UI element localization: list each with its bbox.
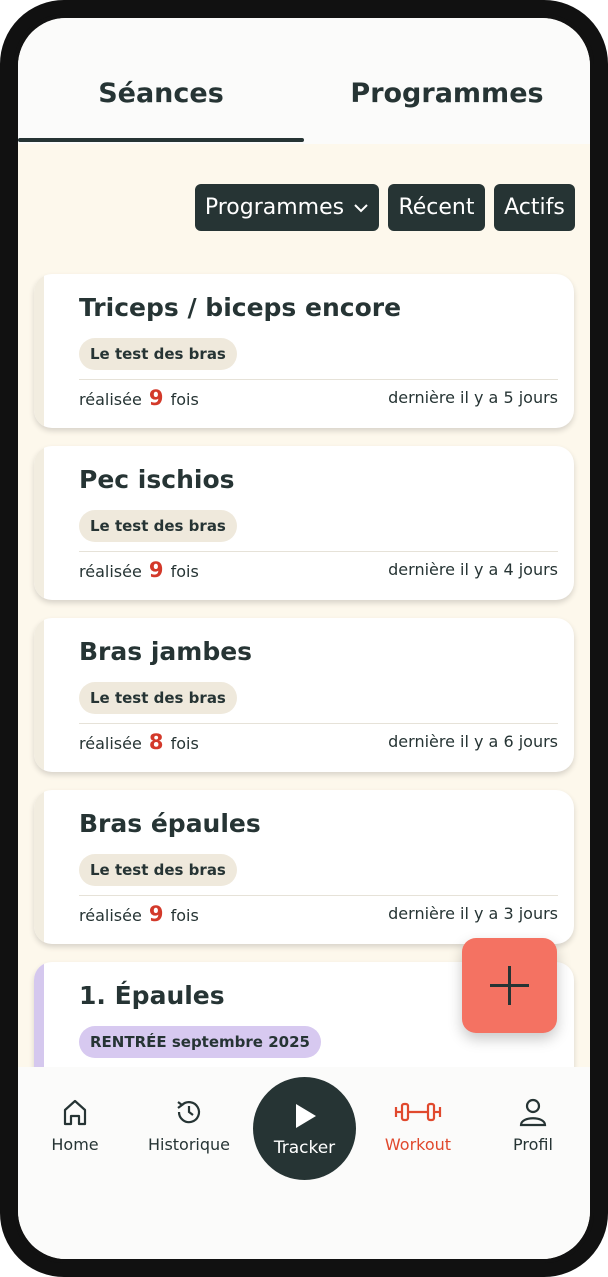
nav-home-label: Home: [51, 1135, 99, 1154]
home-icon: [63, 1099, 87, 1126]
session-title: 1. Épaules: [79, 981, 225, 1010]
history-icon: [177, 1101, 201, 1124]
completion-number: 9: [148, 386, 164, 410]
bottom-nav: Home Historique Tracker Workout Profil: [18, 1067, 590, 1259]
app-screen: Séances Programmes Programmes Récent Act…: [18, 18, 590, 1259]
card-divider: [79, 895, 558, 896]
add-session-button[interactable]: [462, 938, 557, 1033]
card-accent-bar: [34, 618, 44, 772]
phone-frame: Séances Programmes Programmes Récent Act…: [0, 0, 608, 1277]
program-tag: Le test des bras: [79, 682, 237, 714]
done-prefix: réalisée: [79, 906, 142, 925]
done-suffix: fois: [170, 734, 199, 753]
program-tag: Le test des bras: [79, 338, 237, 370]
active-tab-indicator: [18, 138, 304, 142]
program-tag: Le test des bras: [79, 510, 237, 542]
programmes-filter-label: Programmes: [204, 195, 345, 220]
last-session-time: dernière il y a 6 jours: [388, 732, 558, 751]
user-icon: [519, 1098, 547, 1127]
last-session-time: dernière il y a 3 jours: [388, 904, 558, 923]
done-suffix: fois: [170, 562, 199, 581]
session-title: Bras épaules: [79, 809, 261, 838]
session-title: Bras jambes: [79, 637, 253, 666]
nav-tracker[interactable]: Tracker: [253, 1077, 356, 1180]
session-title: Pec ischios: [79, 465, 235, 494]
completion-number: 8: [148, 730, 164, 754]
program-tag: Le test des bras: [79, 854, 237, 886]
nav-profil-label: Profil: [513, 1135, 553, 1154]
session-title: Triceps / biceps encore: [79, 293, 402, 322]
session-card[interactable]: Triceps / biceps encore Le test des bras…: [34, 274, 574, 428]
card-divider: [79, 723, 558, 724]
done-prefix: réalisée: [79, 734, 142, 753]
done-prefix: réalisée: [79, 390, 142, 409]
completion-number: 9: [148, 902, 164, 926]
card-divider: [79, 379, 558, 380]
nav-historique-label: Historique: [147, 1135, 231, 1154]
play-icon: [296, 1104, 316, 1128]
done-suffix: fois: [170, 390, 199, 409]
completion-number: 9: [148, 558, 164, 582]
card-accent-bar: [34, 790, 44, 944]
programmes-filter-dropdown[interactable]: Programmes: [195, 184, 379, 231]
completion-count: réalisée 9 fois: [79, 902, 199, 926]
actifs-filter-button[interactable]: Actifs: [494, 184, 575, 231]
tab-programmes[interactable]: Programmes: [304, 78, 590, 109]
nav-historique[interactable]: Historique: [139, 1097, 239, 1154]
done-prefix: réalisée: [79, 562, 142, 581]
nav-workout[interactable]: Workout: [368, 1097, 468, 1154]
completion-count: réalisée 9 fois: [79, 386, 199, 410]
chevron-down-icon: [354, 204, 368, 213]
card-accent-bar: [34, 274, 44, 428]
nav-workout-label: Workout: [384, 1135, 452, 1154]
session-card[interactable]: Pec ischios Le test des bras réalisée 9 …: [34, 446, 574, 600]
nav-tracker-label: Tracker: [273, 1138, 336, 1158]
nav-profil[interactable]: Profil: [483, 1097, 583, 1154]
program-tag: RENTRÉE septembre 2025: [79, 1026, 321, 1058]
completion-count: réalisée 8 fois: [79, 730, 199, 754]
recent-filter-button[interactable]: Récent: [388, 184, 485, 231]
session-card[interactable]: Bras épaules Le test des bras réalisée 9…: [34, 790, 574, 944]
last-session-time: dernière il y a 5 jours: [388, 388, 558, 407]
nav-home[interactable]: Home: [25, 1097, 125, 1154]
card-divider: [79, 551, 558, 552]
dumbbell-icon: [394, 1102, 442, 1122]
done-suffix: fois: [170, 906, 199, 925]
session-card[interactable]: Bras jambes Le test des bras réalisée 8 …: [34, 618, 574, 772]
card-accent-bar: [34, 446, 44, 600]
last-session-time: dernière il y a 4 jours: [388, 560, 558, 579]
top-tabs: Séances Programmes: [18, 18, 590, 144]
tab-seances[interactable]: Séances: [18, 78, 304, 109]
completion-count: réalisée 9 fois: [79, 558, 199, 582]
